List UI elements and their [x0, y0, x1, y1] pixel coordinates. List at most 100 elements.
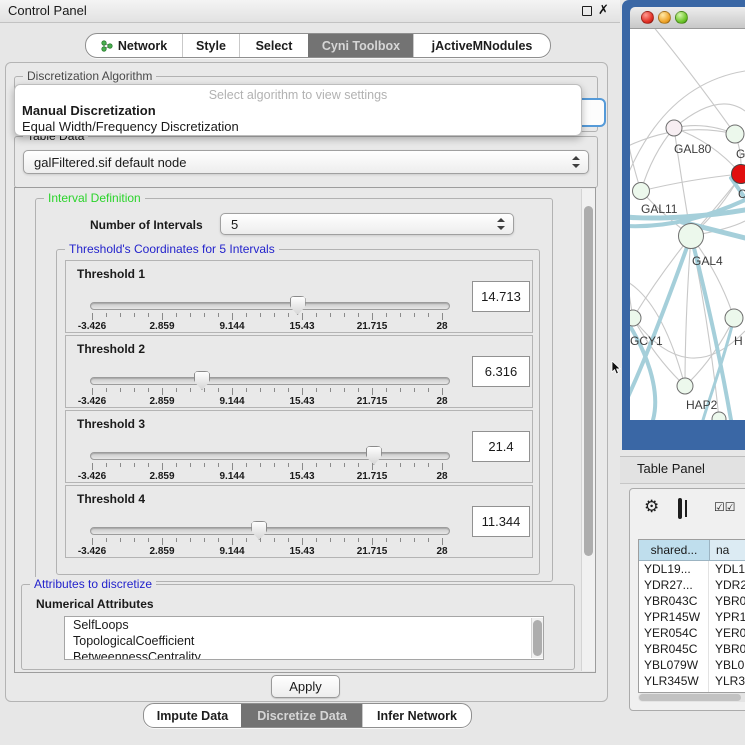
table-data-group: Table Data galFiltered.sif default node	[14, 136, 598, 188]
table-data-selected-value: galFiltered.sif default node	[34, 155, 186, 170]
attribute-item[interactable]: SelfLoops	[65, 617, 543, 633]
slider-tick-labels: -3.4262.8599.14415.4321.71528	[92, 546, 442, 556]
table-panel: ⚙ ☑☑ shared... na YDL19...YDL1YDR27...YD…	[629, 488, 745, 711]
attributes-group: Attributes to discretize Numerical Attri…	[21, 584, 575, 670]
tab-discretize-data[interactable]: Discretize Data	[241, 704, 362, 727]
numerical-attributes-label: Numerical Attributes	[36, 597, 154, 611]
network-icon	[101, 39, 113, 53]
horizontal-scrollbar-thumb[interactable]	[639, 694, 741, 701]
slider-ticks	[92, 463, 442, 471]
list-scrollbar-thumb[interactable]	[533, 620, 542, 656]
threshold-1-slider[interactable]: -3.4262.8599.14415.4321.71528	[90, 295, 448, 331]
node-label-ga: GA	[736, 147, 745, 161]
slider-track[interactable]	[90, 452, 450, 460]
table-row[interactable]: YLR345WYLR3	[639, 673, 745, 689]
slider-ticks	[92, 538, 442, 546]
network-node-top-right[interactable]	[726, 125, 744, 143]
apply-button[interactable]: Apply	[271, 675, 340, 698]
cyni-toolbox-panel: Discretization Algorithm Select algorith…	[5, 62, 608, 702]
table-data-combobox[interactable]: galFiltered.sif default node	[23, 150, 589, 174]
threshold-1-panel: Threshold 1 -3.4262.8599.14415.4321.7152…	[65, 260, 533, 333]
mac-minimize-button[interactable]	[658, 11, 671, 24]
network-node-hap2[interactable]	[677, 378, 693, 394]
dropdown-option-manual-discretization[interactable]: Manual Discretization	[15, 103, 581, 119]
threshold-4-value-field[interactable]: 11.344	[472, 506, 530, 537]
threshold-3-slider[interactable]: -3.4262.8599.14415.4321.71528	[90, 445, 448, 481]
threshold-4-panel: Threshold 4 -3.4262.8599.14415.4321.7152…	[65, 485, 533, 558]
table-header-row: shared... na	[639, 540, 745, 561]
network-canvas[interactable]: GAL80 GA C GAL11 GAL4 GCY1 H HAP2	[630, 29, 745, 420]
table-settings-gear-icon[interactable]: ⚙	[644, 498, 659, 515]
group-title: Discretization Algorithm	[23, 69, 156, 83]
network-node-bottom[interactable]	[712, 412, 726, 420]
network-node-gal11[interactable]	[633, 183, 650, 200]
dropdown-option-equal-width-frequency[interactable]: Equal Width/Frequency Discretization	[15, 119, 581, 135]
network-node-h[interactable]	[725, 309, 743, 327]
float-window-icon[interactable]	[582, 6, 592, 16]
tab-network[interactable]: Network	[86, 34, 182, 57]
node-label-gal80: GAL80	[674, 142, 712, 156]
vertical-scrollbar-thumb[interactable]	[584, 206, 593, 556]
table-row[interactable]: YPR145WYPR1	[639, 609, 745, 625]
tab-select[interactable]: Select	[239, 34, 308, 57]
mac-close-button[interactable]	[641, 11, 654, 24]
horizontal-scrollbar[interactable]	[638, 693, 745, 702]
tab-label: Infer Network	[377, 709, 457, 723]
numerical-attributes-list[interactable]: SelfLoopsTopologicalCoefficientBetweenne…	[64, 616, 544, 660]
screen: Control Panel ✗ Network Style Select	[0, 0, 745, 745]
tab-label: Network	[118, 39, 167, 53]
threshold-2-slider[interactable]: -3.4262.8599.14415.4321.71528	[90, 370, 448, 406]
control-panel-title: Control Panel	[8, 3, 87, 18]
network-node-gal80[interactable]	[666, 120, 682, 136]
slider-tick-labels: -3.4262.8599.14415.4321.71528	[92, 396, 442, 406]
tab-label: Cyni Toolbox	[322, 39, 400, 53]
vertical-scrollbar[interactable]	[581, 189, 595, 671]
threshold-3-value-field[interactable]: 21.4	[472, 431, 530, 462]
attribute-item[interactable]: TopologicalCoefficient	[65, 633, 543, 649]
select-columns-checkboxes-icon[interactable]: ☑☑	[714, 500, 736, 514]
threshold-label: Threshold 3	[77, 417, 145, 431]
number-of-intervals-combobox[interactable]: 5	[220, 213, 514, 235]
network-node-gcy1[interactable]	[630, 310, 641, 326]
node-table: shared... na YDL19...YDL1YDR27...YDR2YBR…	[638, 539, 745, 693]
network-node-gal4[interactable]	[679, 224, 704, 249]
slider-ticks	[92, 388, 442, 396]
list-scrollbar[interactable]	[531, 618, 543, 658]
threshold-3-panel: Threshold 3 -3.4262.8599.14415.4321.7152…	[65, 410, 533, 483]
table-row[interactable]: YDL19...YDL1	[639, 561, 745, 577]
slider-tick-labels: -3.4262.8599.14415.4321.71528	[92, 321, 442, 331]
tab-label: Discretize Data	[257, 709, 347, 723]
slider-track[interactable]	[90, 527, 450, 535]
tab-infer-network[interactable]: Infer Network	[362, 704, 471, 727]
tab-impute-data[interactable]: Impute Data	[144, 704, 241, 727]
mac-zoom-button[interactable]	[675, 11, 688, 24]
interval-definition-group: Interval Definition Number of Intervals …	[35, 198, 553, 582]
table-row[interactable]: YBR045CYBR0	[639, 641, 745, 657]
tab-cyni-toolbox[interactable]: Cyni Toolbox	[308, 34, 413, 57]
column-header-name[interactable]: na	[710, 540, 745, 560]
node-label-h: H	[734, 334, 743, 348]
algorithm-dropdown-popup: Select algorithm to view settings Manual…	[14, 84, 582, 136]
close-icon[interactable]: ✗	[598, 2, 609, 18]
node-label-hap2: HAP2	[686, 398, 718, 412]
slider-track[interactable]	[90, 377, 450, 385]
table-row[interactable]: YBR043CYBR0	[639, 593, 745, 609]
attribute-item[interactable]: BetweennessCentrality	[65, 649, 543, 660]
table-row[interactable]: YDR27...YDR2	[639, 577, 745, 593]
threshold-label: Threshold 1	[77, 267, 145, 281]
threshold-label: Threshold 2	[77, 342, 145, 356]
tab-jactivemnodules[interactable]: jActiveMNodules	[413, 34, 550, 57]
stepper-arrows-icon	[572, 156, 581, 168]
slider-track[interactable]	[90, 302, 450, 310]
number-of-intervals-label: Number of Intervals	[90, 218, 203, 232]
control-panel-tab-bar: Network Style Select Cyni Toolbox jActiv…	[85, 33, 551, 58]
group-title: Threshold's Coordinates for 5 Intervals	[65, 242, 279, 256]
threshold-1-value-field[interactable]: 14.713	[472, 281, 530, 312]
threshold-4-slider[interactable]: -3.4262.8599.14415.4321.71528	[90, 520, 448, 556]
tab-style[interactable]: Style	[182, 34, 239, 57]
column-chooser-icon[interactable]	[678, 498, 682, 519]
column-header-shared-name[interactable]: shared...	[639, 540, 710, 560]
threshold-2-value-field[interactable]: 6.316	[472, 356, 530, 387]
table-row[interactable]: YBL079WYBL0	[639, 657, 745, 673]
table-row[interactable]: YER054CYER0	[639, 625, 745, 641]
